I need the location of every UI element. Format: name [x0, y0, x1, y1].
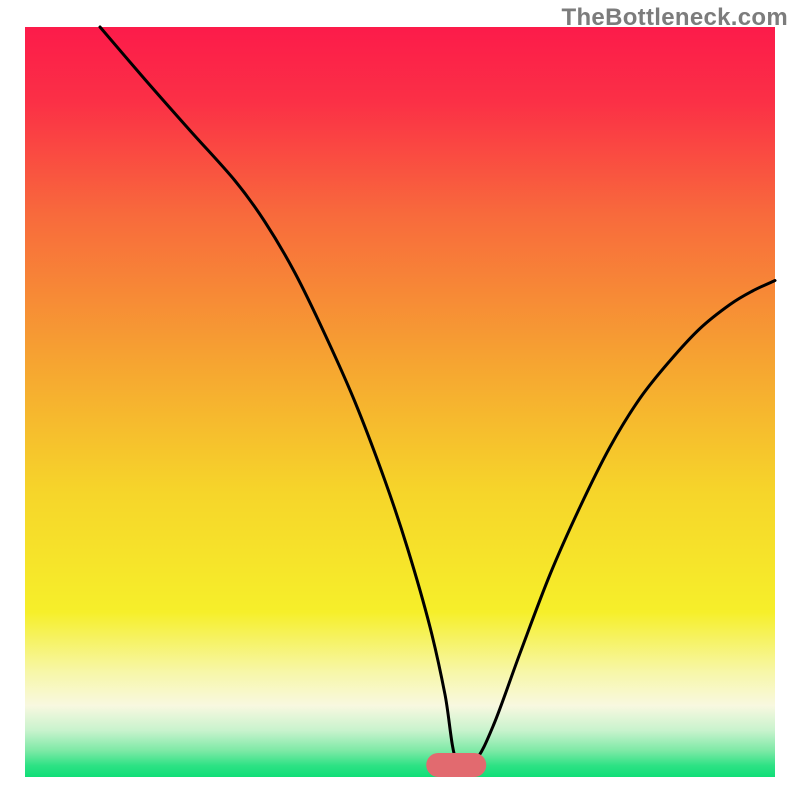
plot-background — [25, 27, 775, 777]
optimum-marker — [426, 753, 486, 777]
bottleneck-chart — [0, 0, 800, 800]
watermark-text: TheBottleneck.com — [562, 4, 788, 32]
chart-frame: TheBottleneck.com — [0, 0, 800, 800]
